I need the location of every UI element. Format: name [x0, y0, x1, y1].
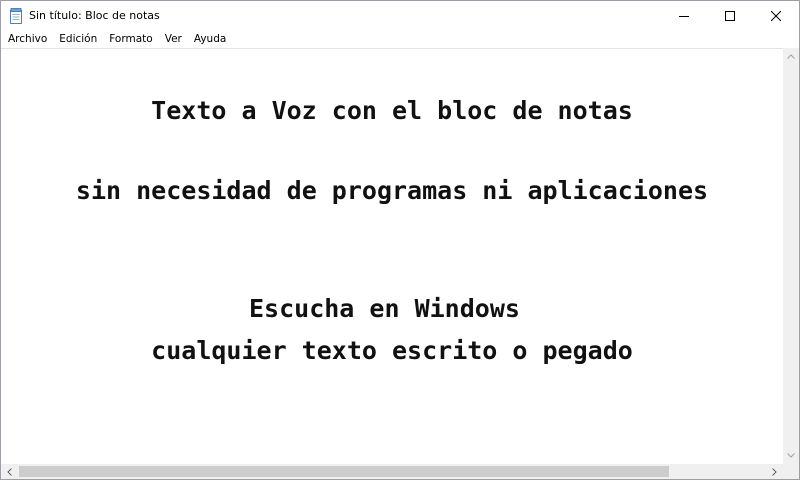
- close-icon: [771, 10, 781, 21]
- menu-archivo[interactable]: Archivo: [1, 30, 53, 48]
- notepad-window: Sin título: Bloc de notas Archivo Edició…: [0, 0, 800, 480]
- text-editor-area[interactable]: Texto a Voz con el bloc de notas sin nec…: [1, 48, 783, 464]
- text-line-1: Texto a Voz con el bloc de notas: [151, 96, 633, 125]
- notepad-icon[interactable]: [9, 7, 23, 24]
- menu-edicion[interactable]: Edición: [53, 30, 103, 48]
- text-line-2: sin necesidad de programas ni aplicacion…: [75, 176, 709, 205]
- close-button[interactable]: [753, 1, 799, 30]
- scroll-left-button[interactable]: [1, 464, 18, 479]
- scroll-down-button[interactable]: [783, 447, 799, 464]
- chevron-down-icon: [787, 453, 795, 458]
- minimize-button[interactable]: [661, 1, 707, 30]
- maximize-button[interactable]: [707, 1, 753, 30]
- horizontal-scroll-thumb[interactable]: [19, 466, 669, 477]
- scroll-right-button[interactable]: [766, 464, 783, 479]
- chevron-right-icon: [772, 467, 777, 476]
- horizontal-scrollbar[interactable]: [1, 464, 783, 479]
- minimize-icon: [679, 15, 689, 17]
- scroll-up-button[interactable]: [783, 48, 799, 65]
- menu-ayuda[interactable]: Ayuda: [188, 30, 232, 48]
- menu-ver[interactable]: Ver: [159, 30, 188, 48]
- chevron-left-icon: [7, 467, 12, 476]
- title-bar[interactable]: Sin título: Bloc de notas: [1, 1, 799, 30]
- window-controls: [661, 1, 799, 30]
- menu-formato[interactable]: Formato: [103, 30, 158, 48]
- text-line-3: Escucha en Windows: [249, 294, 535, 323]
- maximize-icon: [725, 10, 735, 21]
- vertical-scrollbar[interactable]: [783, 48, 799, 464]
- chevron-up-icon: [787, 54, 795, 59]
- menu-bar: Archivo Edición Formato Ver Ayuda: [1, 30, 799, 48]
- scrollbar-corner: [783, 464, 799, 479]
- text-line-4: cualquier texto escrito o pegado: [151, 336, 633, 365]
- window-title: Sin título: Bloc de notas: [29, 9, 160, 22]
